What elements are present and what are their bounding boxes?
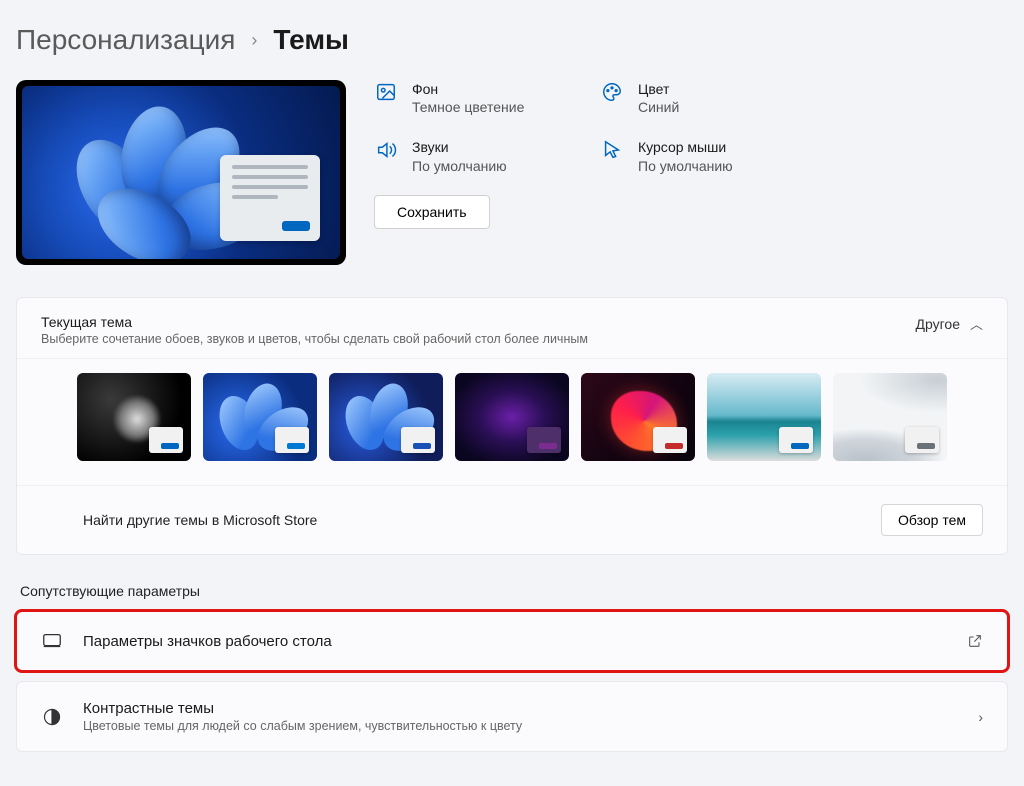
theme-color-value: Синий bbox=[638, 98, 679, 116]
theme-color-label: Цвет bbox=[638, 80, 679, 98]
collapse-label: Другое bbox=[916, 316, 960, 332]
current-theme-card: Текущая тема Выберите сочетание обоев, з… bbox=[16, 297, 1008, 555]
chevron-up-icon: ︿ bbox=[970, 314, 983, 333]
contrast-themes-title: Контрастные темы bbox=[83, 700, 958, 717]
desktop-icon-settings-row[interactable]: Параметры значков рабочего стола bbox=[16, 611, 1008, 671]
current-theme-subtitle: Выберите сочетание обоев, звуков и цвето… bbox=[41, 332, 588, 346]
contrast-themes-subtitle: Цветовые темы для людей со слабым зрение… bbox=[83, 719, 958, 733]
desktop-icon-settings-title: Параметры значков рабочего стола bbox=[83, 633, 947, 650]
theme-background-label: Фон bbox=[412, 80, 524, 98]
theme-thumbnails bbox=[17, 358, 1007, 485]
palette-icon bbox=[600, 80, 624, 104]
theme-thumb-3[interactable] bbox=[455, 373, 569, 461]
theme-background-value: Темное цветение bbox=[412, 98, 524, 116]
external-link-icon bbox=[967, 633, 983, 649]
related-section-label: Сопутствующие параметры bbox=[20, 583, 1008, 599]
current-theme-title: Текущая тема bbox=[41, 314, 588, 330]
theme-thumb-4[interactable] bbox=[581, 373, 695, 461]
page-title: Темы bbox=[273, 24, 349, 56]
contrast-themes-row[interactable]: Контрастные темы Цветовые темы для людей… bbox=[16, 681, 1008, 752]
image-icon bbox=[374, 80, 398, 104]
chevron-right-icon: › bbox=[251, 30, 257, 51]
cursor-icon bbox=[600, 138, 624, 162]
breadcrumb: Персонализация › Темы bbox=[16, 24, 1008, 56]
theme-thumb-6[interactable] bbox=[833, 373, 947, 461]
preview-window bbox=[220, 155, 320, 241]
chevron-right-icon: › bbox=[978, 709, 983, 725]
theme-preview bbox=[16, 80, 346, 265]
contrast-icon bbox=[41, 706, 63, 728]
theme-sounds-link[interactable]: Звуки По умолчанию bbox=[374, 138, 564, 174]
theme-background-link[interactable]: Фон Темное цветение bbox=[374, 80, 564, 116]
theme-thumb-1[interactable] bbox=[203, 373, 317, 461]
theme-color-link[interactable]: Цвет Синий bbox=[600, 80, 800, 116]
theme-sounds-label: Звуки bbox=[412, 138, 507, 156]
breadcrumb-parent[interactable]: Персонализация bbox=[16, 24, 235, 56]
theme-cursor-value: По умолчанию bbox=[638, 157, 733, 175]
theme-thumb-0[interactable] bbox=[77, 373, 191, 461]
theme-thumb-2[interactable] bbox=[329, 373, 443, 461]
browse-themes-button[interactable]: Обзор тем bbox=[881, 504, 983, 536]
current-theme-collapse[interactable]: Другое ︿ bbox=[916, 314, 984, 333]
theme-cursor-label: Курсор мыши bbox=[638, 138, 733, 156]
store-text: Найти другие темы в Microsoft Store bbox=[83, 512, 317, 528]
sound-icon bbox=[374, 138, 398, 162]
theme-sounds-value: По умолчанию bbox=[412, 157, 507, 175]
desktop-icon bbox=[41, 630, 63, 652]
save-button[interactable]: Сохранить bbox=[374, 195, 490, 229]
theme-cursor-link[interactable]: Курсор мыши По умолчанию bbox=[600, 138, 800, 174]
theme-thumb-5[interactable] bbox=[707, 373, 821, 461]
